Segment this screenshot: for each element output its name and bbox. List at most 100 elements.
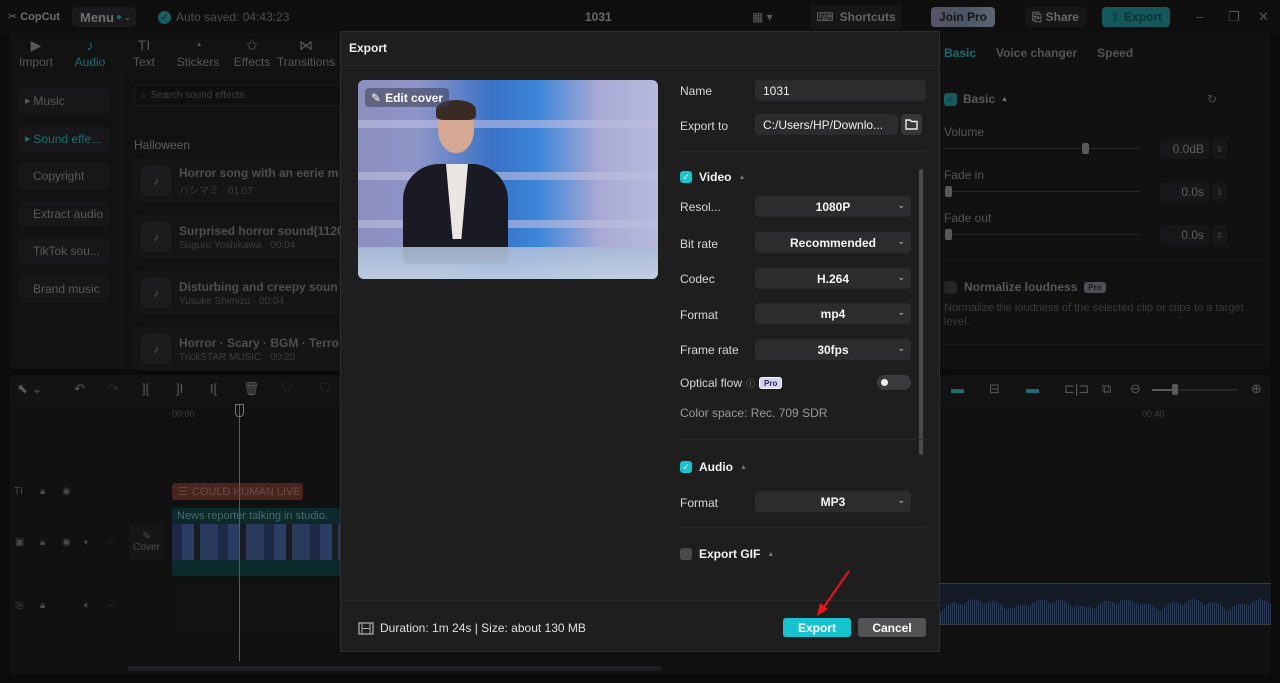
zoom-out-icon[interactable]: ⊖ (1130, 381, 1141, 397)
more-icon[interactable]: ··· (106, 537, 116, 548)
bitrate-select[interactable]: Recommended ⌄ (755, 232, 911, 253)
media-tab-audio[interactable]: ♪ Audio (63, 33, 117, 73)
fade-out-slider-thumb[interactable] (945, 229, 952, 240)
browse-folder-button[interactable] (901, 114, 922, 135)
export-button[interactable]: Export (783, 618, 851, 637)
resolution-select[interactable]: 1080P ⌄ (755, 196, 911, 217)
audio-nav-item[interactable]: ▶ Sound effe... (19, 125, 109, 152)
zoom-slider-knob[interactable] (1172, 384, 1178, 395)
codec-select[interactable]: H.264 ⌄ (755, 268, 911, 289)
normalize-checkbox[interactable] (944, 280, 957, 294)
audio-nav-item[interactable]: Copyright (19, 163, 109, 189)
sound-list-item[interactable]: ♪ Surprised horror sound(1120 Suguru Yoshi… (134, 215, 344, 259)
search-input[interactable]: ⌕ Search sound effects (134, 84, 344, 106)
menu-button[interactable]: Menu ⌄ (72, 7, 136, 27)
media-tab-text[interactable]: TI Text (117, 33, 171, 73)
shortcuts-button[interactable]: ⌨ Shortcuts (810, 5, 902, 29)
volume-slider[interactable] (944, 148, 1140, 149)
fade-in-slider-thumb[interactable] (945, 186, 952, 197)
audio-checkbox[interactable]: ✓ (680, 461, 692, 473)
zoom-in-icon[interactable]: ⊕ (1251, 381, 1262, 397)
export-path-input[interactable]: C:/Users/HP/Downlo... (755, 114, 898, 135)
split-right-icon[interactable]: I[ (210, 381, 217, 396)
frame-rate-select[interactable]: 30fps ⌄ (755, 339, 911, 360)
volume-value[interactable]: 0.0dB (1160, 139, 1210, 159)
audio-nav-item[interactable]: Brand music (19, 275, 109, 302)
more-icon[interactable]: ··· (106, 600, 116, 611)
timeline-scrollbar[interactable] (127, 666, 662, 671)
lock-icon[interactable]: 🔒︎ (40, 600, 45, 611)
layout-icon[interactable]: ▦ ▾ (752, 10, 773, 24)
timeline-zoom-slider[interactable] (1152, 384, 1238, 395)
mask-icon[interactable]: ⛉ (282, 381, 292, 397)
delete-icon[interactable]: 🗑 (243, 381, 260, 397)
tab-voice-changer[interactable]: Voice changer (996, 46, 1077, 60)
text-clip[interactable]: ☰ COULD HUMAN LIVE C (172, 483, 303, 500)
volume-slider-thumb[interactable] (1082, 143, 1090, 154)
media-tab-effects[interactable]: ✩ Effects (225, 33, 279, 73)
cover-button[interactable]: ✎ Cover (129, 524, 164, 560)
reset-icon[interactable]: ↻ (1207, 92, 1217, 106)
lock-icon[interactable]: 🔒︎ (40, 486, 45, 497)
eye-icon[interactable]: ◉ (62, 537, 71, 548)
split-icon[interactable]: ][ (142, 381, 149, 396)
edit-cover-button[interactable]: ✎ Edit cover (365, 88, 450, 107)
audio-section-header[interactable]: ✓ Audio ▲ (680, 460, 747, 474)
select-tool-icon[interactable]: ⬉ ⌄ (17, 381, 42, 397)
fade-out-value[interactable]: 0.0s (1160, 225, 1210, 245)
gif-section-header[interactable]: Export GIF ▲ (680, 547, 774, 561)
fade-out-slider[interactable] (944, 234, 1140, 235)
sound-list-item[interactable]: ♪ Horror song with an eerie m ハシマミ · 01:07 (134, 159, 344, 203)
fade-in-slider[interactable] (944, 191, 1140, 192)
cover-preview[interactable]: ✎ Edit cover (358, 80, 658, 279)
audio-nav-item[interactable]: ▶ Music (19, 88, 109, 114)
media-tab-transitions[interactable]: ⋈ Transitions (277, 33, 335, 73)
join-pro-button[interactable]: Join Pro (931, 7, 995, 27)
share-button[interactable]: ⎘ Share (1025, 7, 1086, 27)
minimize-icon[interactable]: – (1196, 9, 1203, 24)
tab-speed[interactable]: Speed (1097, 46, 1133, 60)
audio-nav-item[interactable]: Extract audio (19, 200, 109, 227)
video-format-select[interactable]: mp4 ⌄ (755, 303, 911, 324)
preview-axis-icon[interactable]: ⧉ (1102, 381, 1111, 397)
media-tab-import[interactable]: ▶ Import (9, 33, 63, 73)
playhead[interactable] (239, 405, 240, 661)
auto-snap-icon[interactable]: ⊟ (989, 381, 1000, 397)
split-left-icon[interactable]: ]I (176, 381, 183, 396)
video-checkbox[interactable]: ✓ (680, 171, 692, 183)
sound-list-item[interactable]: ♪ Disturbing and creepy soun Yusuke Shimiz… (134, 271, 344, 315)
audio-waveform-clip[interactable] (940, 583, 1271, 625)
name-input[interactable]: 1031 (755, 80, 926, 101)
settings-scrollbar[interactable] (919, 169, 923, 455)
undo-icon[interactable]: ↶ (74, 381, 85, 397)
video-clip[interactable]: News reporter talking in studio. (172, 508, 342, 576)
volume-stepper[interactable]: ⇕ (1212, 139, 1227, 159)
playhead-handle[interactable] (235, 404, 244, 417)
media-tab-stickers[interactable]: ◔ Stickers (171, 33, 225, 73)
shield-icon[interactable]: ⛉ (320, 381, 330, 397)
audio-format-select[interactable]: MP3 ⌄ (755, 491, 911, 512)
close-icon[interactable]: ✕ (1258, 9, 1269, 25)
magnet-main-track-icon[interactable]: ▬ (951, 381, 964, 396)
split-preview-icon[interactable]: ⊏|⊐ (1064, 381, 1089, 397)
restore-icon[interactable]: ❐ (1228, 9, 1240, 25)
fade-out-stepper[interactable]: ⇕ (1212, 225, 1227, 245)
sound-list-item[interactable]: ♪ Horror · Scary · BGM · Terro TrickSTAR M… (134, 327, 344, 371)
fade-in-stepper[interactable]: ⇕ (1212, 182, 1227, 202)
speaker-icon[interactable]: 🔈︎ (84, 600, 90, 611)
basic-section-header[interactable]: ✓ Basic ▲ (944, 92, 1008, 106)
optical-flow-toggle[interactable] (877, 375, 911, 390)
video-section-header[interactable]: ✓ Video ▲ (680, 170, 745, 184)
fade-in-value[interactable]: 0.0s (1160, 182, 1210, 202)
audio-nav-item[interactable]: TikTok sou... (19, 238, 109, 264)
gif-checkbox[interactable] (680, 548, 692, 560)
export-top-button[interactable]: ⇪ Export (1102, 7, 1170, 27)
eye-icon[interactable]: ◉ (62, 486, 71, 497)
linkage-icon[interactable]: ▬ (1026, 381, 1039, 396)
normalize-loudness-row[interactable]: Normalize loudness Pro (944, 280, 1106, 294)
speaker-icon[interactable]: 🔈︎ (84, 537, 90, 548)
basic-checkbox[interactable]: ✓ (944, 92, 957, 106)
lock-icon[interactable]: 🔒︎ (40, 537, 45, 548)
help-icon[interactable]: ⓘ (746, 377, 755, 390)
cancel-button[interactable]: Cancel (858, 618, 926, 637)
